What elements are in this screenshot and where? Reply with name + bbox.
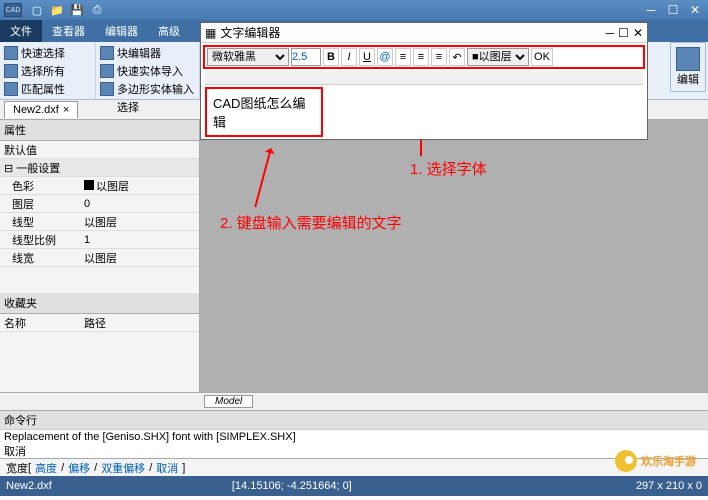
underline-button[interactable]: U — [359, 48, 375, 66]
left-panel: 属性 默认值 ⊟ 一般设置 色彩以图层 图层0 线型以图层 线型比例1 线宽以图… — [0, 120, 200, 392]
te-max-icon[interactable]: ☐ — [618, 26, 629, 40]
block-editor[interactable]: 块编辑器 — [100, 44, 195, 62]
te-min-icon[interactable]: ─ — [606, 26, 615, 40]
te-toolbar: 微软雅黑 B I U @ ≡ ≡ ≡ ↶ ■以图层 OK — [203, 45, 645, 69]
align-right-icon[interactable]: ≡ — [431, 48, 447, 66]
footer-dims: 297 x 210 x 0 — [636, 480, 702, 492]
status-width: 宽度 — [6, 460, 28, 476]
status-cancel[interactable]: 取消 — [156, 460, 178, 476]
open-icon[interactable]: 📁 — [50, 3, 64, 17]
match-icon — [4, 82, 18, 96]
annotation-1: 1. 选择字体 — [410, 158, 487, 179]
select-btn[interactable]: 选择 — [100, 98, 195, 116]
te-title-text: 文字编辑器 — [220, 24, 280, 41]
te-close-icon[interactable]: ✕ — [633, 26, 643, 40]
status-height[interactable]: 高度 — [35, 460, 57, 476]
main-area: 属性 默认值 ⊟ 一般设置 色彩以图层 图层0 线型以图层 线型比例1 线宽以图… — [0, 120, 708, 392]
selectall-icon — [4, 64, 18, 78]
align-left-icon[interactable]: ≡ — [395, 48, 411, 66]
te-icon: ▦ — [205, 26, 216, 40]
tab-advanced[interactable]: 高级 — [148, 20, 190, 42]
tab-viewer[interactable]: 查看器 — [42, 20, 95, 42]
cmd-line2: 取消 — [4, 443, 704, 459]
text-editor-dialog: ▦ 文字编辑器 ─ ☐ ✕ 微软雅黑 B I U @ ≡ ≡ ≡ ↶ ■以图层 … — [200, 22, 648, 140]
edit-label: 编辑 — [677, 71, 699, 87]
canvas[interactable]: ▦ 文字编辑器 ─ ☐ ✕ 微软雅黑 B I U @ ≡ ≡ ≡ ↶ ■以图层 … — [200, 120, 708, 392]
footer-bar: New2.dxf [14.15106; -4.251664; 0] 297 x … — [0, 476, 708, 496]
status-bar: 宽度 [ 高度/ 偏移/ 双重偏移/ 取消 ] — [0, 458, 708, 476]
cmd-body[interactable]: Replacement of the [Geniso.SHX] font wit… — [0, 430, 708, 458]
save-icon[interactable]: 💾 — [70, 3, 84, 17]
poly-icon — [100, 82, 114, 96]
watermark: 欢乐淘手游 — [615, 450, 696, 472]
status-dbloffset[interactable]: 双重偏移 — [101, 460, 145, 476]
doc-tab[interactable]: New2.dxf× — [4, 101, 78, 118]
undo-icon[interactable]: ↶ — [449, 48, 465, 66]
italic-button[interactable]: I — [341, 48, 357, 66]
quick-access: ▢ 📁 💾 ⎙ — [30, 3, 104, 17]
bold-button[interactable]: B — [323, 48, 339, 66]
te-ruler — [205, 71, 643, 85]
edit-icon[interactable] — [676, 47, 700, 71]
polygon-input[interactable]: 多边形实体输入 — [100, 80, 195, 98]
fav-header: 收藏夹 — [0, 293, 199, 314]
footer-coords: [14.15106; -4.251664; 0] — [232, 480, 352, 492]
match-props[interactable]: 匹配属性 — [4, 80, 91, 98]
status-offset[interactable]: 偏移 — [68, 460, 90, 476]
model-tabs: Model — [0, 392, 708, 410]
cmd-line1: Replacement of the [Geniso.SHX] font wit… — [4, 431, 704, 443]
quick-select[interactable]: 快速选择 — [4, 44, 91, 62]
watermark-icon — [615, 450, 637, 472]
right-toolbar: 编辑 — [670, 42, 706, 92]
tab-file[interactable]: 文件 — [0, 20, 42, 42]
color-swatch — [84, 180, 94, 190]
annotation-arrow-2 — [254, 149, 271, 207]
status-sep2: ] — [182, 462, 185, 474]
new-icon[interactable]: ▢ — [30, 3, 44, 17]
prop-linetype[interactable]: 线型以图层 — [0, 213, 199, 231]
layer-select[interactable]: ■以图层 — [467, 48, 529, 66]
minimize-icon[interactable]: ─ — [642, 3, 660, 17]
quick-import[interactable]: 快速实体导入 — [100, 62, 195, 80]
prop-ltscale[interactable]: 线型比例1 — [0, 231, 199, 249]
align-center-icon[interactable]: ≡ — [413, 48, 429, 66]
ok-button[interactable]: OK — [531, 48, 553, 66]
fav-cols: 名称路径 — [0, 314, 199, 332]
prop-layer[interactable]: 图层0 — [0, 195, 199, 213]
props-header: 属性 — [0, 120, 199, 141]
tab-editor[interactable]: 编辑器 — [95, 20, 148, 42]
select-all[interactable]: 选择所有 — [4, 62, 91, 80]
close-icon[interactable]: ✕ — [686, 3, 704, 17]
window-controls: ─ ☐ ✕ — [642, 3, 704, 17]
section-row[interactable]: ⊟ 一般设置 — [0, 159, 199, 177]
cmd-header: 命令行 — [0, 411, 708, 430]
prop-color[interactable]: 色彩以图层 — [0, 177, 199, 195]
command-area: 命令行 Replacement of the [Geniso.SHX] font… — [0, 410, 708, 458]
print-icon[interactable]: ⎙ — [90, 3, 104, 17]
watermark-text: 欢乐淘手游 — [641, 453, 696, 469]
block-icon — [100, 46, 114, 60]
maximize-icon[interactable]: ☐ — [664, 3, 682, 17]
te-titlebar: ▦ 文字编辑器 ─ ☐ ✕ — [201, 23, 647, 43]
at-button[interactable]: @ — [377, 48, 393, 66]
te-text-input[interactable]: CAD图纸怎么编辑 — [205, 87, 323, 137]
font-select[interactable]: 微软雅黑 — [207, 48, 289, 66]
footer-file: New2.dxf — [6, 480, 52, 492]
select-icon — [4, 46, 18, 60]
size-input[interactable] — [291, 48, 321, 66]
title-bar: CAD ▢ 📁 💾 ⎙ ─ ☐ ✕ — [0, 0, 708, 20]
app-logo: CAD — [4, 3, 22, 17]
import-icon — [100, 64, 114, 78]
model-tab[interactable]: Model — [204, 395, 253, 408]
close-tab-icon[interactable]: × — [63, 104, 69, 116]
status-sep: [ — [28, 462, 31, 474]
annotation-2: 2. 键盘输入需要编辑的文字 — [220, 212, 402, 233]
prop-lineweight[interactable]: 线宽以图层 — [0, 249, 199, 267]
default-row[interactable]: 默认值 — [0, 141, 199, 159]
